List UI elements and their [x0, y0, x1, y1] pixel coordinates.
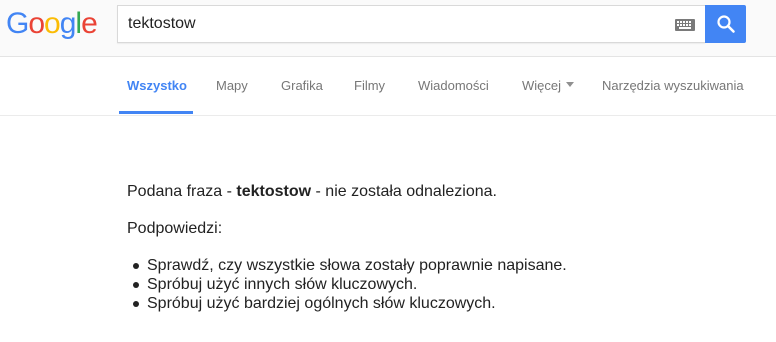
suggestion-list: Sprawdź, czy wszystkie słowa zostały pop… — [127, 256, 567, 313]
tab-videos[interactable]: Filmy — [354, 57, 385, 114]
no-results-suffix: - nie została odnaleziona. — [311, 183, 497, 200]
suggestion-text: Spróbuj użyć innych słów kluczowych. — [147, 276, 418, 293]
bullet-icon — [133, 263, 139, 269]
search-tabs: Wszystko Mapy Grafika Filmy Wiadomości W… — [0, 57, 776, 116]
logo-letter: g — [59, 7, 77, 40]
bullet-icon — [133, 282, 139, 288]
tab-all[interactable]: Wszystko — [127, 57, 187, 114]
keyboard-icon[interactable] — [675, 19, 695, 31]
tab-maps[interactable]: Mapy — [216, 57, 248, 114]
search-icon — [717, 15, 735, 33]
suggestions-heading: Podpowiedzi: — [127, 220, 223, 237]
search-results-page: Google tektostow Wszystko Mapy Grafika F… — [0, 0, 776, 342]
suggestion-text: Spróbuj użyć bardziej ogólnych słów kluc… — [147, 295, 496, 312]
search-button[interactable] — [705, 5, 746, 43]
chevron-down-icon — [566, 82, 575, 88]
list-item: Spróbuj użyć bardziej ogólnych słów kluc… — [127, 294, 567, 313]
suggestion-text: Sprawdź, czy wszystkie słowa zostały pop… — [147, 257, 567, 274]
google-logo[interactable]: Google — [6, 7, 98, 40]
no-results-prefix: Podana fraza - — [127, 183, 237, 200]
logo-letter: o — [44, 7, 61, 40]
no-results-query: tektostow — [236, 183, 312, 200]
tab-search-tools[interactable]: Narzędzia wyszukiwania — [602, 57, 744, 114]
search-box — [117, 5, 705, 43]
bullet-icon — [133, 301, 139, 307]
tab-more-label: Więcej — [522, 78, 562, 93]
active-tab-indicator — [119, 111, 193, 114]
search-input[interactable] — [128, 6, 668, 42]
logo-letter: G — [6, 7, 29, 40]
tab-images[interactable]: Grafika — [281, 57, 323, 114]
results-area: Podana fraza - tektostow - nie została o… — [127, 180, 767, 312]
list-item: Spróbuj użyć innych słów kluczowych. — [127, 275, 567, 294]
tab-news[interactable]: Wiadomości — [418, 57, 489, 114]
header: Google — [0, 0, 776, 57]
logo-letter: o — [28, 7, 45, 40]
no-results-message: Podana fraza - tektostow - nie została o… — [127, 180, 767, 204]
tab-more[interactable]: Więcej — [522, 57, 575, 114]
logo-letter: e — [81, 7, 98, 40]
list-item: Sprawdź, czy wszystkie słowa zostały pop… — [127, 256, 567, 275]
